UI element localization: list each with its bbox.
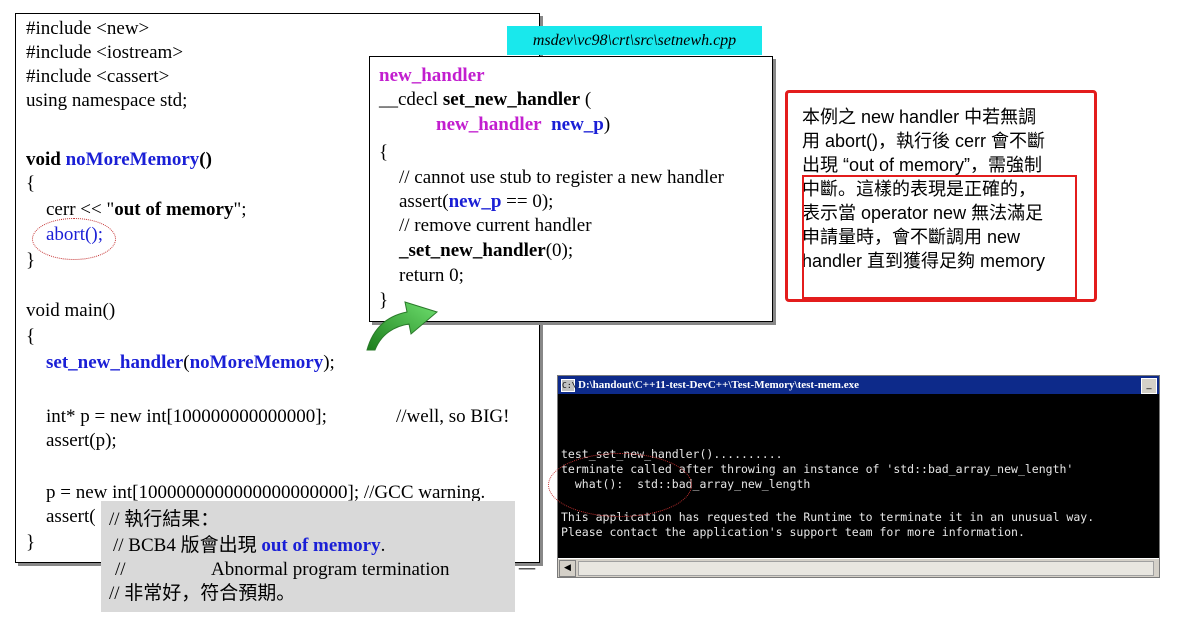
code-line: { [26,326,36,347]
code-token: (0); [545,240,574,261]
result-text: // [115,559,126,580]
code-token: == 0); [501,191,554,212]
code-line: // remove current handler [399,215,592,236]
scroll-left-arrow-icon[interactable]: ◀ [559,560,576,577]
console-output-highlight-ellipse [548,453,692,517]
note-line: 用 abort()，執行後 cerr 會不斷 [802,131,1046,151]
code-function-name: noMoreMemory [189,352,324,373]
code-function-name: noMoreMemory [65,149,200,170]
code-line: int* p = new int[100000000000000]; //well… [46,406,509,428]
result-line: // BCB4 版會出現 out of memory. [113,535,385,557]
code-token: __cdecl [379,89,443,110]
code-line: void noMoreMemory() [26,149,212,171]
result-highlight: out of memory [261,535,381,556]
code-function-name: _set_new_handler [399,240,546,261]
code-line: new_handler new_p) [436,114,610,136]
result-line: // 執行結果： [109,509,220,530]
code-param: new_p [551,114,604,135]
code-line: __cdecl set_new_handler ( [379,89,591,111]
code-line: assert(p); [46,430,117,451]
result-text: . [380,535,386,556]
source-path-label: msdev\vc98\crt\src\setnewh.cpp [507,26,762,55]
console-titlebar[interactable]: C:\ D:\handout\C++11-test-DevC++\Test-Me… [558,376,1159,394]
code-line: } [26,532,36,553]
code-function-name: set_new_handler [46,352,184,373]
note-line: 本例之 new handler 中若無調 [802,107,1037,127]
setnewh-code-panel: new_handler __cdecl set_new_handler ( ne… [369,56,773,322]
code-param: new_p [448,191,502,212]
code-line: assert( [46,506,96,527]
code-line: #include <new> [26,18,150,39]
code-comment: //GCC warning. [363,482,486,503]
code-token: ) [603,114,611,135]
result-text: Abnormal program termination [211,559,450,580]
code-comment: //well, so BIG! [396,406,510,427]
abort-highlight-ellipse [32,218,116,260]
code-line: // cannot use stub to register a new han… [399,167,725,188]
code-token: () [199,149,212,170]
green-curved-arrow-icon [366,301,439,351]
note-highlight-frame [802,175,1077,299]
code-token: int* p = new int[100000000000000]; [46,406,327,427]
code-token: ( [580,89,592,110]
console-line: Please contact the application's support… [561,525,1025,539]
code-line: new_handler [379,65,485,86]
note-line: 出現 “out of memory”，需強制 [802,155,1043,175]
code-token: p = new int[1000000000000000000000]; [46,482,360,503]
partial-caption-text: 一 [518,560,536,580]
code-keyword: void [26,149,61,170]
code-line: void main() [26,300,116,321]
result-line: // 非常好，符合預期。 [109,583,296,604]
horizontal-scrollbar[interactable]: ◀ [558,558,1159,577]
code-string: out of memory [114,199,234,220]
code-token: assert( [399,191,449,212]
code-line: _set_new_handler(0); [399,240,573,262]
code-line: { [26,173,36,194]
code-line: { [379,142,389,163]
code-type: new_handler [436,114,542,135]
code-line: } [26,250,36,271]
code-token: cerr << " [46,199,115,220]
code-function-name: set_new_handler [442,89,581,110]
code-line: set_new_handler(noMoreMemory); [46,352,335,374]
minimize-icon[interactable]: _ [1141,378,1157,394]
execution-result-note: // 執行結果： // BCB4 版會出現 out of memory. // A… [101,501,515,612]
code-line: #include <cassert> [26,66,170,87]
console-title: D:\handout\C++11-test-DevC++\Test-Memory… [578,379,859,391]
code-line: assert(new_p == 0); [399,191,553,213]
code-line: using namespace std; [26,90,188,111]
result-text: // BCB4 版會出現 [113,535,262,556]
scrollbar-thumb[interactable] [578,561,1154,576]
result-line: // Abnormal program termination [115,559,450,581]
code-token: "; [233,199,247,220]
code-line: #include <iostream> [26,42,184,63]
code-token: ); [323,352,335,373]
console-window-icon: C:\ [561,379,577,392]
